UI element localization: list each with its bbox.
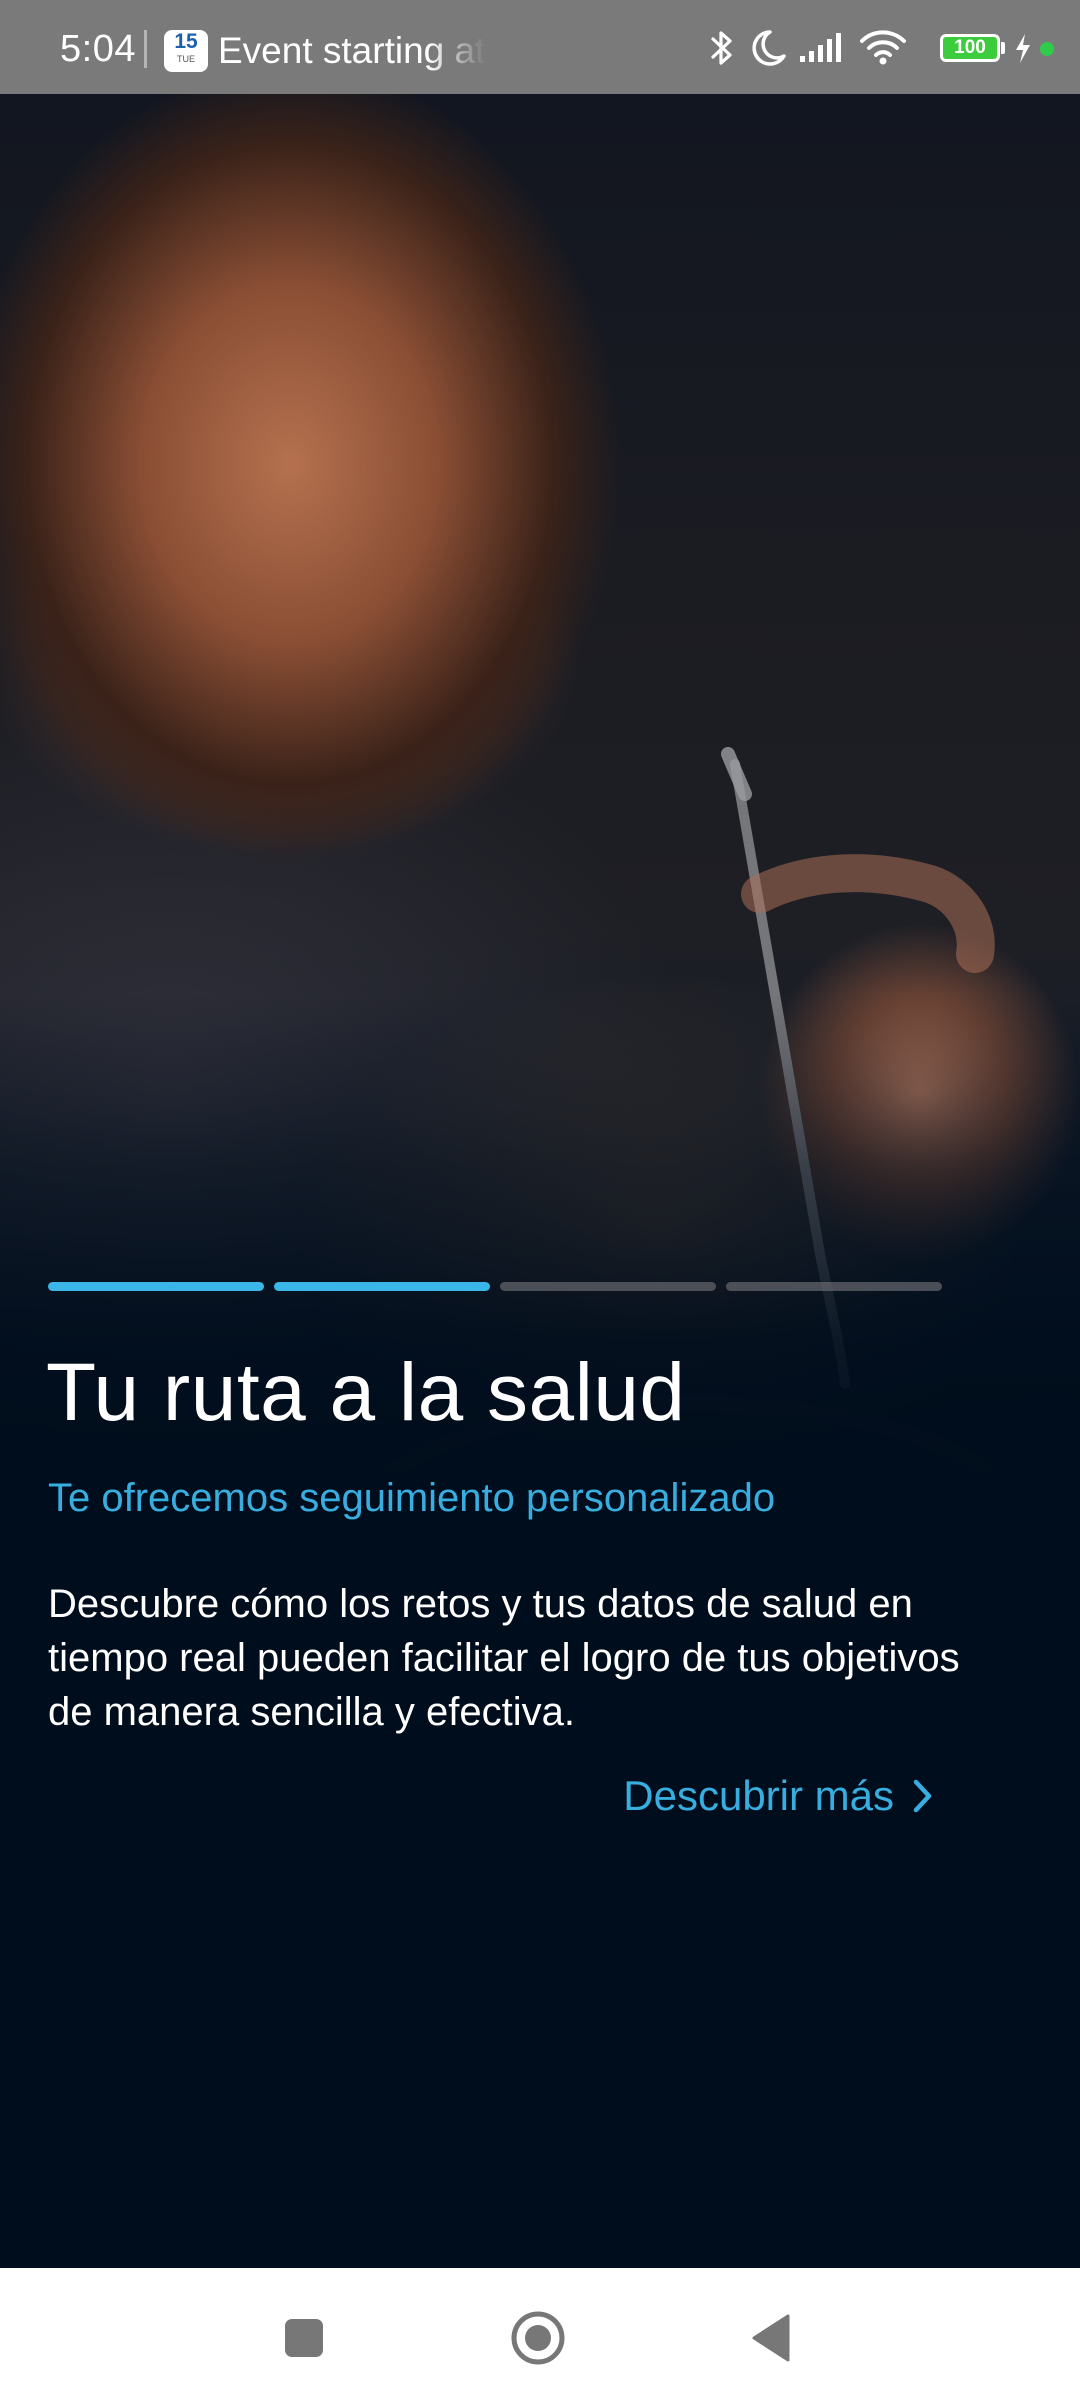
status-icons: 100 <box>708 26 1058 70</box>
calendar-icon: 15 TUE <box>164 30 208 72</box>
discover-more-label: Descubrir más <box>623 1772 894 1819</box>
progress-segment-3 <box>500 1282 716 1291</box>
page-subtitle: Te ofrecemos seguimiento personalizado <box>48 1476 776 1520</box>
discover-more-link[interactable]: Descubrir más <box>623 1768 934 1824</box>
status-divider <box>144 30 147 68</box>
progress-segment-4 <box>726 1282 942 1291</box>
progress-segment-2 <box>274 1282 490 1291</box>
green-dot-icon <box>1040 42 1054 56</box>
page-description: Descubre cómo los retos y tus datos de s… <box>48 1582 960 1734</box>
bluetooth-icon <box>711 31 732 65</box>
calendar-icon-day: 15 <box>174 30 198 53</box>
moon-icon <box>752 30 786 66</box>
battery-icon: 100 <box>940 34 1000 62</box>
battery-tip <box>1001 42 1005 54</box>
signal-icon <box>800 33 841 62</box>
status-bar: 5:04 15 TUE Event starting at 100 <box>0 0 1080 94</box>
wifi-icon <box>860 30 906 65</box>
charging-icon <box>1016 34 1030 63</box>
onboarding-progress <box>48 1282 942 1291</box>
calendar-icon-sub: TUE <box>177 54 195 64</box>
home-button[interactable] <box>508 2308 568 2368</box>
notification-text: Event starting at <box>218 30 486 71</box>
onboarding-screen: 5:04 15 TUE Event starting at 100 Tu rut… <box>0 0 1080 2400</box>
page-title: Tu ruta a la salud <box>46 1347 686 1438</box>
chevron-right-icon <box>913 1779 932 1813</box>
status-time: 5:04 <box>60 28 136 70</box>
progress-segment-1 <box>48 1282 264 1291</box>
back-button[interactable] <box>742 2308 802 2368</box>
recents-button[interactable] <box>274 2308 334 2368</box>
navigation-bar <box>0 2268 1080 2400</box>
